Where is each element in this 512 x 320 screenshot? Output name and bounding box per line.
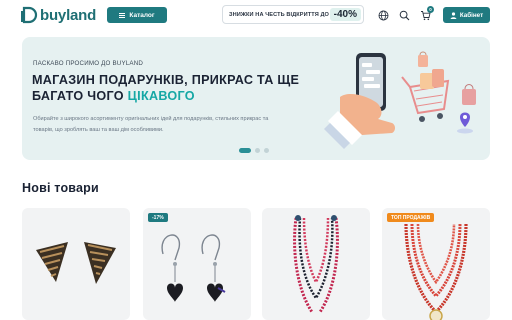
product-card[interactable] xyxy=(262,208,370,320)
product-card[interactable] xyxy=(22,208,130,320)
globe-icon xyxy=(378,10,388,20)
logo[interactable]: buyland xyxy=(21,5,96,25)
product-image xyxy=(161,234,226,302)
product-card[interactable]: -17% xyxy=(143,208,251,320)
slider-dot-2[interactable] xyxy=(255,148,260,153)
product-card[interactable]: ТОП ПРОДАЖІВ xyxy=(382,208,490,320)
cart-count-badge: 0 xyxy=(427,6,434,13)
hero-title: МАГАЗИН ПОДАРУНКІВ, ПРИКРАС ТА ЩЕ БАГАТО… xyxy=(32,72,332,104)
discount-badge: -17% xyxy=(148,213,168,222)
promo-banner[interactable]: ЗНИЖКИ НА ЧЕСТЬ ВІДКРИТТЯ ДО -40% xyxy=(222,5,364,24)
product-image xyxy=(293,215,339,313)
product-image xyxy=(404,223,468,320)
catalog-button[interactable]: Каталог xyxy=(107,7,167,23)
hero-title-accent: ЦІКАВОГО xyxy=(127,89,195,103)
user-icon xyxy=(450,11,457,19)
cabinet-button[interactable]: Кабінет xyxy=(443,7,490,23)
language-button[interactable] xyxy=(376,8,390,22)
search-icon xyxy=(399,10,409,20)
hero-description: Обирайте з широкого асортименту оригінал… xyxy=(33,116,269,133)
slider-dot-1[interactable] xyxy=(239,148,251,153)
cart-button[interactable]: 0 xyxy=(418,6,434,22)
search-button[interactable] xyxy=(397,8,411,22)
menu-icon xyxy=(119,12,126,18)
hero-banner[interactable]: ПАСКАВО ПРОСИМО ДО BUYLAND МАГАЗИН ПОДАР… xyxy=(22,37,490,160)
logo-text: buyland xyxy=(40,6,97,24)
catalog-label: Каталог xyxy=(129,11,155,19)
product-image xyxy=(36,242,116,284)
new-products-title: Нові товари xyxy=(22,181,99,195)
promo-text: ЗНИЖКИ НА ЧЕСТЬ ВІДКРИТТЯ ДО xyxy=(229,11,330,18)
hero-welcome-text: ПАСКАВО ПРОСИМО ДО BUYLAND xyxy=(33,60,144,67)
slider-dots xyxy=(239,148,269,153)
hero-illustration xyxy=(324,51,476,149)
logo-icon xyxy=(21,6,38,24)
slider-dot-3[interactable] xyxy=(264,148,269,153)
cabinet-label: Кабінет xyxy=(459,11,484,19)
promo-discount-badge: -40% xyxy=(329,8,361,21)
site-header: buyland Каталог ЗНИЖКИ НА ЧЕСТЬ ВІДКРИТТ… xyxy=(0,0,512,30)
top-sales-badge: ТОП ПРОДАЖІВ xyxy=(387,213,435,222)
